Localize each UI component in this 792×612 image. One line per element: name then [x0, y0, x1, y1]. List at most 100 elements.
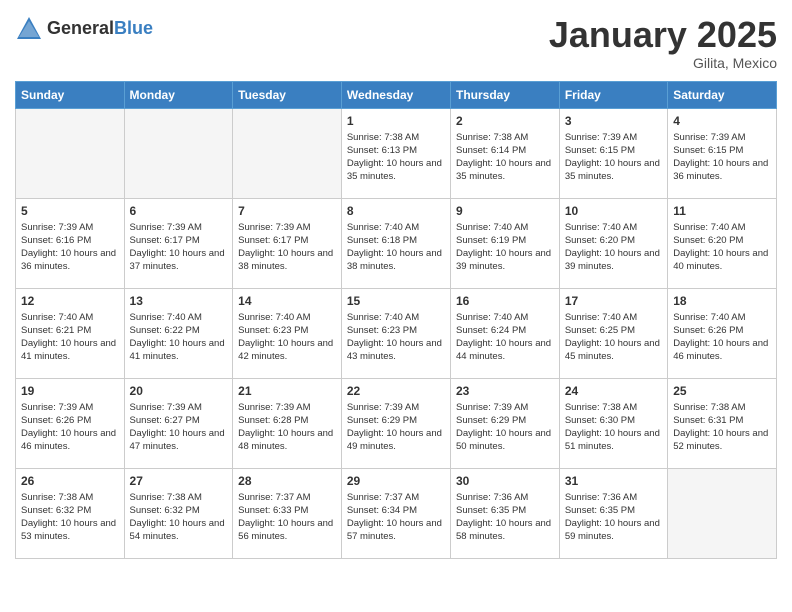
- calendar-cell-w5-d5: 30 Sunrise: 7:36 AM Sunset: 6:35 PM Dayli…: [450, 468, 559, 558]
- calendar-cell-w2-d3: 7 Sunrise: 7:39 AM Sunset: 6:17 PM Daylig…: [233, 198, 342, 288]
- day-number: 27: [130, 474, 228, 488]
- calendar-cell-w3-d5: 16Sunrise: 7:40 AM Sunset: 6:24 PM Dayli…: [450, 288, 559, 378]
- day-number: 1: [347, 114, 445, 128]
- calendar-cell-w5-d7: [668, 468, 777, 558]
- month-year: January 2025: [549, 15, 777, 55]
- day-detail: Sunrise: 7:39 AM Sunset: 6:26 PM Dayligh…: [21, 401, 119, 454]
- calendar-cell-w4-d1: 19 Sunrise: 7:39 AM Sunset: 6:26 PM Dayli…: [16, 378, 125, 468]
- days-header-row: Sunday Monday Tuesday Wednesday Thursday…: [16, 81, 777, 108]
- calendar-cell-w4-d3: 21 Sunrise: 7:39 AM Sunset: 6:28 PM Dayli…: [233, 378, 342, 468]
- day-detail: Sunrise: 7:37 AM Sunset: 6:33 PM Dayligh…: [238, 491, 336, 544]
- calendar-cell-w4-d4: 22Sunrise: 7:39 AM Sunset: 6:29 PM Dayli…: [341, 378, 450, 468]
- day-detail: Sunrise: 7:39 AM Sunset: 6:17 PM Dayligh…: [130, 221, 228, 274]
- day-detail: Sunrise: 7:40 AM Sunset: 6:23 PM Dayligh…: [347, 311, 445, 364]
- day-number: 25: [673, 384, 771, 398]
- calendar: Sunday Monday Tuesday Wednesday Thursday…: [15, 81, 777, 559]
- day-detail: Sunrise: 7:40 AM Sunset: 6:21 PM Dayligh…: [21, 311, 119, 364]
- header-sunday: Sunday: [16, 81, 125, 108]
- header-tuesday: Tuesday: [233, 81, 342, 108]
- day-number: 10: [565, 204, 662, 218]
- day-detail: Sunrise: 7:38 AM Sunset: 6:30 PM Dayligh…: [565, 401, 662, 454]
- calendar-cell-w2-d4: 8 Sunrise: 7:40 AM Sunset: 6:18 PM Daylig…: [341, 198, 450, 288]
- day-detail: Sunrise: 7:39 AM Sunset: 6:29 PM Dayligh…: [456, 401, 554, 454]
- day-number: 5: [21, 204, 119, 218]
- day-number: 7: [238, 204, 336, 218]
- day-number: 21: [238, 384, 336, 398]
- day-detail: Sunrise: 7:40 AM Sunset: 6:20 PM Dayligh…: [565, 221, 662, 274]
- day-number: 28: [238, 474, 336, 488]
- logo: GeneralBlue: [15, 15, 153, 43]
- day-number: 24: [565, 384, 662, 398]
- calendar-cell-w4-d6: 24 Sunrise: 7:38 AM Sunset: 6:30 PM Dayli…: [559, 378, 667, 468]
- logo-general: General: [47, 18, 114, 38]
- calendar-cell-w5-d1: 26 Sunrise: 7:38 AM Sunset: 6:32 PM Dayli…: [16, 468, 125, 558]
- calendar-cell-w4-d7: 25 Sunrise: 7:38 AM Sunset: 6:31 PM Dayli…: [668, 378, 777, 468]
- calendar-cell-w3-d4: 15Sunrise: 7:40 AM Sunset: 6:23 PM Dayli…: [341, 288, 450, 378]
- day-detail: Sunrise: 7:39 AM Sunset: 6:27 PM Dayligh…: [130, 401, 228, 454]
- day-detail: Sunrise: 7:36 AM Sunset: 6:35 PM Dayligh…: [456, 491, 554, 544]
- calendar-cell-w1-d2: [124, 108, 233, 198]
- week-row-4: 19 Sunrise: 7:39 AM Sunset: 6:26 PM Dayli…: [16, 378, 777, 468]
- calendar-cell-w4-d2: 20 Sunrise: 7:39 AM Sunset: 6:27 PM Dayli…: [124, 378, 233, 468]
- day-detail: Sunrise: 7:39 AM Sunset: 6:28 PM Dayligh…: [238, 401, 336, 454]
- day-detail: Sunrise: 7:39 AM Sunset: 6:16 PM Dayligh…: [21, 221, 119, 274]
- day-number: 2: [456, 114, 554, 128]
- calendar-cell-w5-d6: 31 Sunrise: 7:36 AM Sunset: 6:35 PM Dayli…: [559, 468, 667, 558]
- calendar-cell-w5-d3: 28 Sunrise: 7:37 AM Sunset: 6:33 PM Dayli…: [233, 468, 342, 558]
- calendar-cell-w1-d6: 3Sunrise: 7:39 AM Sunset: 6:15 PM Daylig…: [559, 108, 667, 198]
- day-number: 30: [456, 474, 554, 488]
- week-row-3: 12 Sunrise: 7:40 AM Sunset: 6:21 PM Dayli…: [16, 288, 777, 378]
- calendar-cell-w1-d7: 4 Sunrise: 7:39 AM Sunset: 6:15 PM Daylig…: [668, 108, 777, 198]
- day-number: 18: [673, 294, 771, 308]
- calendar-cell-w1-d4: 1Sunrise: 7:38 AM Sunset: 6:13 PM Daylig…: [341, 108, 450, 198]
- header-wednesday: Wednesday: [341, 81, 450, 108]
- calendar-cell-w5-d4: 29 Sunrise: 7:37 AM Sunset: 6:34 PM Dayli…: [341, 468, 450, 558]
- day-detail: Sunrise: 7:40 AM Sunset: 6:18 PM Dayligh…: [347, 221, 445, 274]
- calendar-cell-w3-d1: 12 Sunrise: 7:40 AM Sunset: 6:21 PM Dayli…: [16, 288, 125, 378]
- header-thursday: Thursday: [450, 81, 559, 108]
- day-detail: Sunrise: 7:40 AM Sunset: 6:26 PM Dayligh…: [673, 311, 771, 364]
- day-number: 4: [673, 114, 771, 128]
- calendar-cell-w4-d5: 23 Sunrise: 7:39 AM Sunset: 6:29 PM Dayli…: [450, 378, 559, 468]
- day-number: 14: [238, 294, 336, 308]
- day-detail: Sunrise: 7:40 AM Sunset: 6:20 PM Dayligh…: [673, 221, 771, 274]
- day-number: 16: [456, 294, 554, 308]
- header-monday: Monday: [124, 81, 233, 108]
- title-area: January 2025 Gilita, Mexico: [549, 15, 777, 71]
- calendar-cell-w3-d2: 13Sunrise: 7:40 AM Sunset: 6:22 PM Dayli…: [124, 288, 233, 378]
- header-saturday: Saturday: [668, 81, 777, 108]
- calendar-cell-w2-d2: 6Sunrise: 7:39 AM Sunset: 6:17 PM Daylig…: [124, 198, 233, 288]
- day-number: 12: [21, 294, 119, 308]
- week-row-2: 5 Sunrise: 7:39 AM Sunset: 6:16 PM Daylig…: [16, 198, 777, 288]
- day-detail: Sunrise: 7:39 AM Sunset: 6:15 PM Dayligh…: [565, 131, 662, 184]
- calendar-cell-w1-d1: [16, 108, 125, 198]
- logo-blue: Blue: [114, 18, 153, 38]
- day-number: 20: [130, 384, 228, 398]
- day-number: 31: [565, 474, 662, 488]
- calendar-cell-w3-d3: 14Sunrise: 7:40 AM Sunset: 6:23 PM Dayli…: [233, 288, 342, 378]
- day-detail: Sunrise: 7:38 AM Sunset: 6:32 PM Dayligh…: [21, 491, 119, 544]
- day-number: 26: [21, 474, 119, 488]
- location: Gilita, Mexico: [549, 55, 777, 71]
- calendar-cell-w2-d6: 10 Sunrise: 7:40 AM Sunset: 6:20 PM Dayli…: [559, 198, 667, 288]
- day-number: 8: [347, 204, 445, 218]
- day-number: 29: [347, 474, 445, 488]
- logo-icon: [15, 15, 43, 43]
- day-detail: Sunrise: 7:40 AM Sunset: 6:25 PM Dayligh…: [565, 311, 662, 364]
- day-number: 23: [456, 384, 554, 398]
- day-detail: Sunrise: 7:37 AM Sunset: 6:34 PM Dayligh…: [347, 491, 445, 544]
- day-number: 11: [673, 204, 771, 218]
- calendar-cell-w5-d2: 27 Sunrise: 7:38 AM Sunset: 6:32 PM Dayli…: [124, 468, 233, 558]
- header-friday: Friday: [559, 81, 667, 108]
- day-number: 19: [21, 384, 119, 398]
- day-detail: Sunrise: 7:36 AM Sunset: 6:35 PM Dayligh…: [565, 491, 662, 544]
- day-detail: Sunrise: 7:39 AM Sunset: 6:17 PM Dayligh…: [238, 221, 336, 274]
- day-detail: Sunrise: 7:38 AM Sunset: 6:31 PM Dayligh…: [673, 401, 771, 454]
- calendar-cell-w1-d3: [233, 108, 342, 198]
- calendar-cell-w2-d5: 9Sunrise: 7:40 AM Sunset: 6:19 PM Daylig…: [450, 198, 559, 288]
- day-number: 9: [456, 204, 554, 218]
- day-detail: Sunrise: 7:39 AM Sunset: 6:15 PM Dayligh…: [673, 131, 771, 184]
- calendar-cell-w3-d6: 17Sunrise: 7:40 AM Sunset: 6:25 PM Dayli…: [559, 288, 667, 378]
- day-detail: Sunrise: 7:38 AM Sunset: 6:32 PM Dayligh…: [130, 491, 228, 544]
- logo-text: GeneralBlue: [47, 19, 153, 39]
